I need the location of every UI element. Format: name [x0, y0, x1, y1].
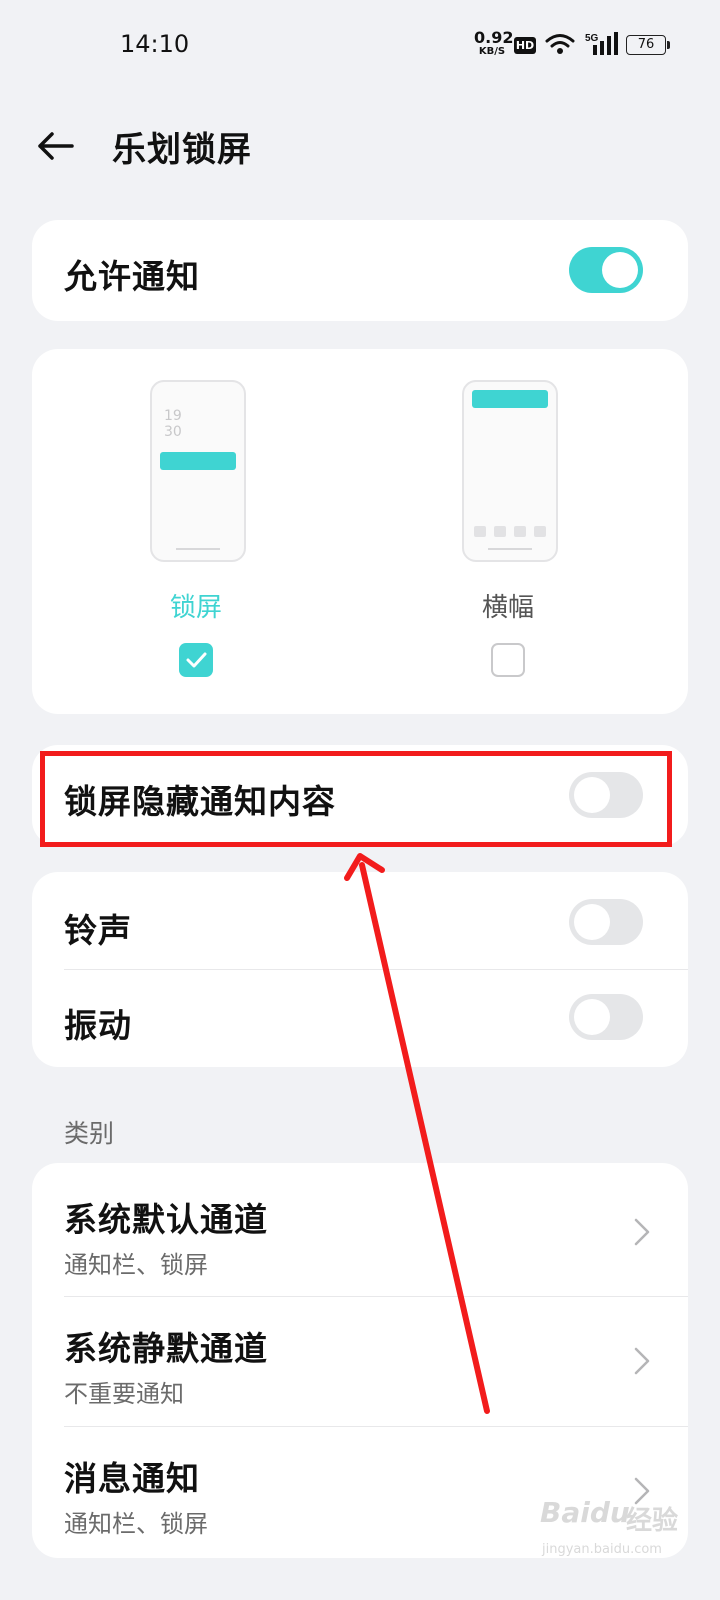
allow-notifications-toggle[interactable]	[569, 247, 643, 293]
chevron-right-icon	[634, 1218, 650, 1246]
banner-option-label: 横幅	[481, 593, 534, 623]
category-title: 消息通知	[64, 1459, 200, 1498]
chevron-right-icon	[634, 1347, 650, 1375]
allow-notifications-card: 允许通知	[32, 220, 688, 321]
screen: 14:10 0.92 KB/S HD 5G 76 乐划锁屏 允许通知 19 30…	[0, 0, 720, 1600]
preview-clock: 19 30	[164, 408, 182, 440]
preview-banner-bar	[472, 390, 548, 408]
category-title: 系统默认通道	[64, 1200, 268, 1239]
vibration-label: 振动	[64, 1006, 132, 1045]
category-item[interactable]: 系统静默通道 不重要通知	[32, 1297, 688, 1425]
preview-home-indicator	[488, 548, 532, 550]
divider	[64, 969, 688, 970]
lock-screen-option-label: 锁屏	[169, 593, 222, 623]
wifi-icon	[545, 34, 575, 54]
allow-notifications-label: 允许通知	[64, 257, 200, 296]
banner-checkbox[interactable]	[491, 643, 525, 677]
battery-level: 76	[626, 35, 666, 55]
categories-section-header: 类别	[64, 1119, 115, 1148]
notification-style-card: 19 30 锁屏 横幅	[32, 349, 688, 714]
arrow-left-icon[interactable]	[34, 124, 78, 168]
status-time: 14:10	[120, 30, 190, 58]
status-bar: 14:10 0.92 KB/S HD 5G 76	[0, 0, 720, 90]
watermark-logo: Baidu	[540, 1496, 630, 1529]
toggle-knob	[574, 999, 610, 1035]
network-speed-value: 0.92	[474, 28, 514, 47]
preview-app-icon	[534, 526, 546, 537]
preview-app-icon	[514, 526, 526, 537]
preview-notification-bar	[160, 452, 236, 470]
preview-clock-minute: 30	[164, 424, 182, 440]
network-type-label: 5G	[585, 33, 599, 44]
watermark-url: jingyan.baidu.com	[542, 1542, 662, 1557]
preview-app-icon	[494, 526, 506, 537]
battery-cap	[667, 41, 670, 49]
baidu-watermark: Baidu 经验 jingyan.baidu.com	[540, 1496, 710, 1586]
preview-clock-hour: 19	[164, 408, 182, 424]
category-title: 系统静默通道	[64, 1329, 268, 1368]
sound-vibration-card: 铃声 振动	[32, 872, 688, 1067]
ringtone-label: 铃声	[64, 911, 132, 950]
signal-icon: 5G	[585, 32, 618, 55]
banner-preview[interactable]	[462, 380, 558, 562]
preview-app-icon	[474, 526, 486, 537]
category-item[interactable]: 系统默认通道 通知栏、锁屏	[32, 1163, 688, 1295]
network-speed: 0.92 KB/S	[474, 28, 514, 57]
toggle-knob	[574, 904, 610, 940]
lock-screen-preview[interactable]: 19 30	[150, 380, 246, 562]
lock-screen-checkbox[interactable]	[179, 643, 213, 677]
category-subtitle: 通知栏、锁屏	[64, 1251, 208, 1279]
vibration-toggle[interactable]	[569, 994, 643, 1040]
category-subtitle: 通知栏、锁屏	[64, 1510, 208, 1538]
watermark-text: 经验	[626, 1506, 679, 1536]
ringtone-toggle[interactable]	[569, 899, 643, 945]
page-title: 乐划锁屏	[112, 130, 252, 170]
annotation-highlight-box	[40, 751, 672, 847]
check-icon	[186, 652, 207, 668]
network-speed-unit: KB/S	[478, 46, 506, 57]
hd-badge: HD	[514, 37, 536, 54]
preview-home-indicator	[176, 548, 220, 550]
toggle-knob	[602, 252, 638, 288]
category-subtitle: 不重要通知	[64, 1380, 184, 1408]
battery-icon: 76	[626, 35, 670, 55]
